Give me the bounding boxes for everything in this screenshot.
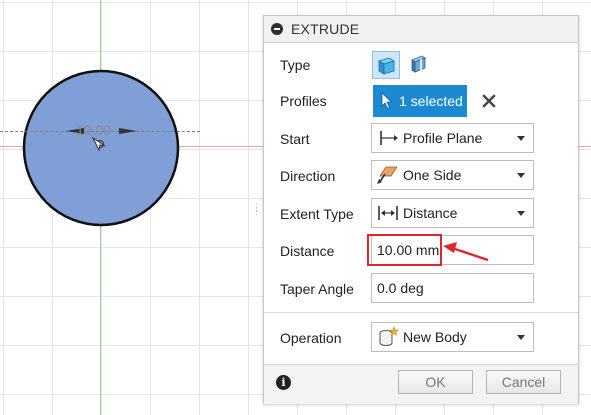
distance-label: Distance (280, 243, 335, 259)
solid-extrude-button[interactable] (372, 51, 400, 79)
solid-extrude-icon (378, 57, 395, 75)
sketch-point-icon (91, 136, 106, 152)
direction-label: Direction (280, 168, 336, 184)
panel-resize-grip[interactable]: ⋮ ⋮ (252, 203, 261, 219)
profiles-selected-text: 1 selected (399, 93, 463, 109)
direction-dropdown[interactable]: One Side (371, 160, 534, 190)
taper-angle-input[interactable]: 0.0 deg (371, 273, 534, 303)
distance-icon (377, 203, 399, 223)
extent-type-row: Extent Type Distance (264, 198, 578, 230)
extent-type-label: Extent Type (280, 206, 354, 222)
dialog-footer: i OK Cancel (264, 364, 578, 404)
chevron-down-icon (517, 334, 525, 340)
start-row: Start Profile Plane (264, 123, 578, 155)
chevron-down-icon (517, 172, 525, 178)
info-icon[interactable]: i (276, 375, 291, 390)
start-dropdown[interactable]: Profile Plane (371, 123, 534, 153)
thin-extrude-icon (411, 55, 426, 73)
one-side-icon (377, 165, 399, 185)
extrude-dialog: EXTRUDE Type Profiles 1 selected Start P… (263, 15, 579, 404)
start-value: Profile Plane (403, 130, 483, 146)
distance-row: Distance 10.00 mm (264, 235, 578, 267)
cursor-icon (381, 92, 393, 110)
dialog-title: EXTRUDE (291, 21, 360, 37)
close-icon[interactable] (480, 92, 498, 110)
type-row: Type (264, 49, 578, 81)
type-label: Type (280, 57, 311, 73)
ok-button[interactable]: OK (398, 370, 473, 394)
taper-angle-label: Taper Angle (280, 281, 354, 297)
dialog-header: EXTRUDE (264, 16, 578, 43)
operation-label: Operation (280, 330, 342, 346)
extent-type-dropdown[interactable]: Distance (371, 198, 534, 228)
profile-plane-icon (377, 128, 399, 148)
chevron-down-icon (517, 135, 525, 141)
taper-angle-row: Taper Angle 0.0 deg (264, 273, 578, 305)
profiles-row: Profiles 1 selected (264, 85, 578, 117)
start-label: Start (280, 131, 310, 147)
direction-value: One Side (403, 167, 462, 183)
cancel-button[interactable]: Cancel (486, 370, 561, 394)
chevron-down-icon (517, 210, 525, 216)
section-divider (264, 312, 578, 313)
direction-row: Direction One Side (264, 160, 578, 192)
thin-extrude-button[interactable] (405, 51, 433, 79)
extent-type-value: Distance (403, 205, 458, 221)
operation-value: New Body (403, 329, 467, 345)
operation-dropdown[interactable]: New Body (371, 322, 534, 352)
profiles-selection-button[interactable]: 1 selected (373, 85, 467, 117)
annotation-arrow-icon (443, 242, 489, 262)
collapse-icon[interactable] (271, 23, 283, 35)
new-body-icon (377, 326, 399, 347)
profiles-label: Profiles (280, 93, 327, 109)
operation-row: Operation New Body (264, 322, 578, 354)
